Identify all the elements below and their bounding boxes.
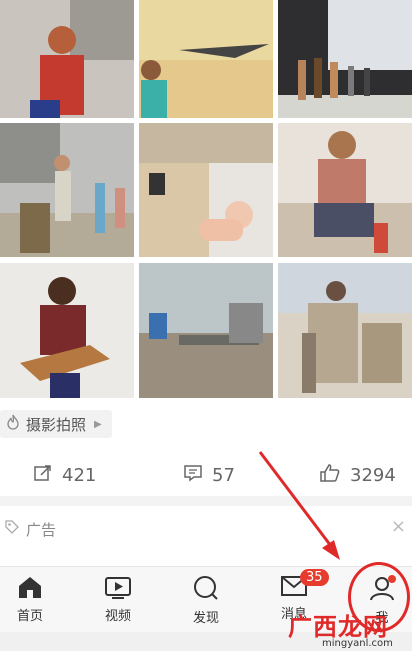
share-button[interactable]: 421 — [34, 458, 96, 492]
like-button[interactable]: 3294 — [320, 458, 396, 492]
photo-tile[interactable] — [278, 123, 412, 257]
photo-tile[interactable] — [139, 0, 273, 118]
unread-badge: 35 — [300, 569, 329, 586]
close-icon[interactable]: × — [391, 516, 406, 537]
tab-label: 视频 — [104, 609, 131, 624]
search-icon — [193, 576, 219, 605]
photo-tile[interactable] — [0, 0, 134, 118]
comment-button[interactable]: 57 — [184, 458, 235, 492]
video-icon — [104, 577, 132, 603]
photo-tile[interactable] — [278, 0, 412, 118]
photo-tile[interactable] — [139, 123, 273, 257]
ad-banner[interactable]: 广告 × — [0, 514, 412, 544]
share-count: 421 — [62, 464, 97, 486]
watermark-url: mingyanl.com — [322, 638, 393, 649]
photo-grid — [0, 0, 412, 398]
photo-tile[interactable] — [278, 263, 412, 398]
tag-label: 摄影拍照 — [26, 415, 87, 434]
photo-tile[interactable] — [0, 263, 134, 398]
ad-label: 广告 — [26, 520, 57, 539]
home-icon — [17, 577, 43, 603]
tab-label: 发现 — [192, 611, 219, 626]
tab-home[interactable]: 首页 — [0, 575, 60, 624]
photo-tile[interactable] — [0, 123, 134, 257]
comment-icon — [184, 464, 202, 487]
share-icon — [34, 464, 52, 487]
tab-video[interactable]: 视频 — [88, 575, 148, 624]
tab-discover[interactable]: 发现 — [176, 575, 236, 626]
thumbs-up-icon — [320, 463, 340, 487]
post-actions: 421 57 3294 — [0, 458, 412, 492]
photo-tile[interactable] — [139, 263, 273, 398]
divider — [0, 496, 412, 506]
chevron-right-icon: ▶ — [94, 418, 102, 430]
tag-icon — [4, 519, 20, 539]
comment-count: 57 — [212, 464, 235, 486]
tab-label: 首页 — [16, 609, 43, 624]
watermark-text: 广西龙网 — [288, 613, 388, 641]
flame-icon — [6, 414, 20, 434]
category-tag[interactable]: 摄影拍照 ▶ — [0, 410, 112, 438]
like-count: 3294 — [350, 464, 396, 486]
